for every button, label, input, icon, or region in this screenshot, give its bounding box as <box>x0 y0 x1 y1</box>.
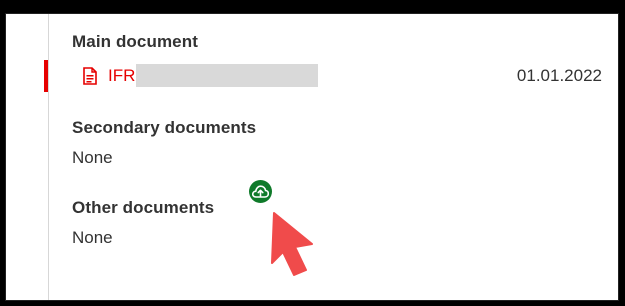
secondary-documents-value: None <box>72 148 113 167</box>
other-documents-value: None <box>72 228 113 247</box>
main-document-link[interactable]: IFR <box>108 66 135 86</box>
main-document-row[interactable]: IFR 01.01.2022 <box>44 60 618 92</box>
mouse-pointer-icon <box>271 212 313 276</box>
active-indicator <box>44 60 48 92</box>
secondary-documents-heading: Secondary documents <box>72 118 257 137</box>
main-document-date: 01.01.2022 <box>516 66 602 85</box>
redacted-filename <box>136 64 318 87</box>
other-documents-heading: Other documents <box>72 198 215 217</box>
upload-other-document-button[interactable] <box>249 180 272 203</box>
main-document-heading: Main document <box>72 32 198 51</box>
screenshot-frame: Main document IFR 01.01.2022 Secondary d… <box>0 0 625 306</box>
pdf-document-icon <box>83 67 97 85</box>
cloud-upload-icon <box>252 185 269 198</box>
left-divider <box>48 14 49 300</box>
